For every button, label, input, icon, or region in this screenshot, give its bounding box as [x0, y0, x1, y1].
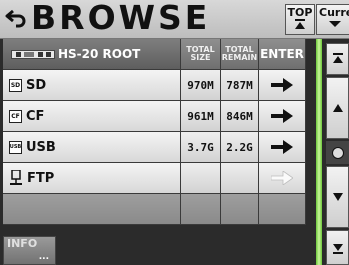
top-button-label: TOP — [287, 6, 313, 19]
knob-dot-icon — [331, 146, 344, 159]
table-header-row: HS-20 ROOT TOTAL SIZE TOTAL REMAIN ENTER — [0, 39, 316, 70]
jump-top-icon — [295, 19, 305, 29]
cf-label: CF — [26, 108, 45, 124]
current-button[interactable]: Current — [316, 4, 349, 35]
usb-label: USB — [26, 139, 56, 155]
cf-total-remain: 846M — [226, 109, 253, 123]
ftp-label: FTP — [27, 170, 55, 186]
title-bar: BROWSE TOP Current — [0, 0, 349, 39]
table-row-cf[interactable]: CF CF 961M 846M — [0, 101, 316, 132]
ftp-name-cell[interactable]: FTP — [3, 163, 181, 194]
ftp-enter-button — [259, 163, 306, 194]
root-label: HS-20 ROOT — [58, 47, 141, 61]
sd-total-size: 970M — [187, 78, 214, 92]
cf-remain-cell: 846M — [221, 101, 259, 132]
bottom-bar — [56, 236, 316, 265]
empty-row — [0, 194, 316, 225]
scroll-to-bottom-icon — [332, 243, 343, 254]
current-button-label: Current — [319, 6, 349, 19]
total-remain-header: TOTAL REMAIN — [221, 39, 259, 70]
page-title: BROWSE — [31, 0, 211, 37]
sd-enter-button[interactable] — [259, 70, 306, 101]
scroll-up-icon — [332, 104, 343, 112]
cf-size-cell: 961M — [181, 101, 221, 132]
scroll-knob[interactable] — [326, 141, 349, 164]
scroll-down-button[interactable] — [326, 166, 349, 228]
usb-remain-cell: 2.2G — [221, 132, 259, 163]
enter-arrow-icon — [271, 78, 293, 92]
back-button[interactable] — [1, 2, 31, 34]
usb-name-cell[interactable]: USB USB — [3, 132, 181, 163]
scroll-nav — [322, 39, 349, 265]
ftp-size-cell — [181, 163, 221, 194]
sd-label: SD — [26, 77, 47, 93]
back-arrow-icon — [5, 9, 26, 28]
scroll-to-top-icon — [332, 53, 343, 63]
info-dots: ... — [38, 252, 49, 262]
enter-arrow-icon — [271, 140, 293, 154]
cf-card-icon: CF — [9, 109, 22, 123]
ftp-icon — [10, 170, 22, 185]
enter-header-label: ENTER — [260, 47, 304, 61]
sd-size-cell: 970M — [181, 70, 221, 101]
dropdown-arrow-icon — [329, 21, 341, 27]
usb-total-remain: 2.2G — [226, 140, 253, 154]
info-label: INFO — [7, 237, 38, 250]
page-top-button[interactable] — [326, 43, 349, 75]
cf-name-cell[interactable]: CF CF — [3, 101, 181, 132]
enter-header: ENTER — [259, 39, 306, 70]
usb-total-size: 3.7G — [187, 140, 214, 154]
total-size-header: TOTAL SIZE — [181, 39, 221, 70]
usb-icon: USB — [9, 140, 22, 154]
sd-remain-cell: 787M — [221, 70, 259, 101]
usb-enter-button[interactable] — [259, 132, 306, 163]
sd-name-cell[interactable]: SD SD — [3, 70, 181, 101]
ftp-remain-cell — [221, 163, 259, 194]
table-row-usb[interactable]: USB USB 3.7G 2.2G — [0, 132, 316, 163]
empty-cell — [181, 194, 221, 225]
total-remain-header-line2: REMAIN — [221, 53, 258, 62]
empty-cell — [259, 194, 306, 225]
enter-arrow-disabled-icon — [271, 171, 293, 185]
total-size-header-line2: SIZE — [190, 53, 211, 62]
scroll-down-icon — [332, 193, 343, 201]
recorder-device-icon — [11, 49, 55, 59]
root-cell[interactable]: HS-20 ROOT — [3, 39, 181, 70]
usb-size-cell: 3.7G — [181, 132, 221, 163]
page-bottom-button[interactable] — [326, 230, 349, 265]
scroll-up-button[interactable] — [326, 77, 349, 139]
info-button[interactable]: INFO ... — [3, 236, 56, 265]
table-row-sd[interactable]: SD SD 970M 787M — [0, 70, 316, 101]
empty-cell — [221, 194, 259, 225]
cf-total-size: 961M — [187, 109, 214, 123]
empty-cell — [3, 194, 181, 225]
enter-arrow-icon — [271, 109, 293, 123]
sd-total-remain: 787M — [226, 78, 253, 92]
table-row-ftp[interactable]: FTP — [0, 163, 316, 194]
cf-enter-button[interactable] — [259, 101, 306, 132]
sd-card-icon: SD — [9, 78, 22, 92]
top-button[interactable]: TOP — [285, 4, 315, 35]
